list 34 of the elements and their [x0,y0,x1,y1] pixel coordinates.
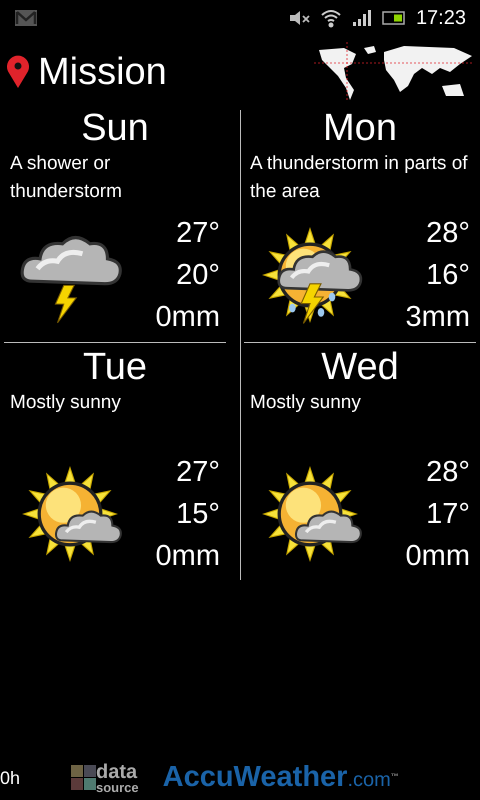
battery-icon [382,11,406,25]
low-temperature: 16° [426,258,470,293]
mail-icon [14,9,38,27]
precipitation: 0mm [406,539,470,574]
world-map-icon [314,42,474,102]
wifi-icon [320,8,342,28]
source-logo-text: source [96,780,139,794]
forecast-description: Mostly sunny [10,391,122,415]
day-name: Wed [320,347,400,387]
high-temperature: 28° [426,216,470,251]
high-temperature: 27° [176,216,220,251]
precipitation: 0mm [156,539,220,574]
precipitation: 3mm [406,300,470,335]
low-temperature: 15° [176,497,220,532]
location-pin-icon [6,55,30,89]
day-name: Mon [322,108,398,148]
day-name: Sun [80,108,150,148]
low-temperature: 20° [176,258,220,293]
day-name: Tue [82,347,148,387]
mute-icon [288,9,312,27]
forecast-description: A thunderstorm in parts of the area [250,152,469,204]
forecast-description: Mostly sunny [250,391,362,415]
location-name: Mission [38,50,167,94]
update-age: 0h [0,766,22,790]
low-temperature: 17° [426,497,470,532]
accuweather-logo: AccuWeather.com™ [162,760,399,794]
high-temperature: 28° [426,455,470,490]
signal-icon [352,9,372,27]
clock-time: 17:23 [416,6,466,31]
data-logo-text: data [96,762,138,780]
forecast-description: A shower or thunderstorm [10,152,123,204]
high-temperature: 27° [176,455,220,490]
puzzle-icon [70,764,98,792]
precipitation: 0mm [156,300,220,335]
